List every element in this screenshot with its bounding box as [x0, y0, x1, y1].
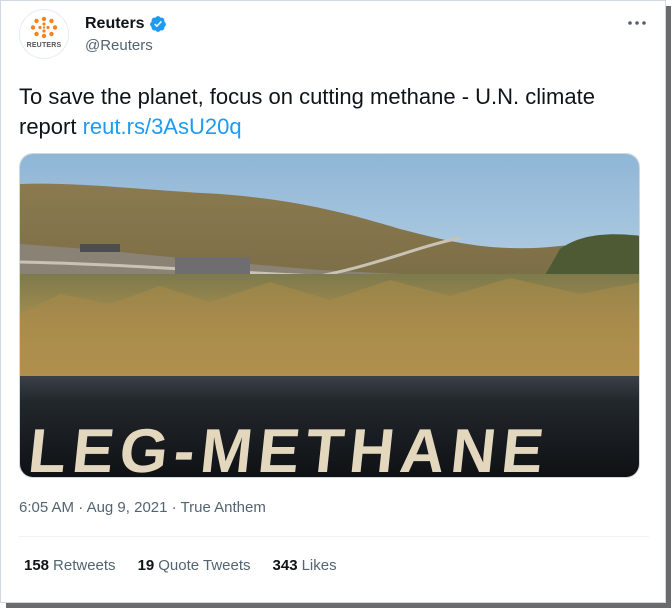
retweets-count: 158	[24, 557, 50, 574]
tweet-date[interactable]: Aug 9, 2021	[87, 499, 168, 516]
avatar-wordmark: REUTERS	[26, 42, 62, 49]
meta-separator: ·	[78, 499, 84, 516]
tweet-link[interactable]: reut.rs/3AsU20q	[83, 114, 242, 139]
name-row: Reuters	[85, 14, 167, 34]
tweet-stats: 158 Retweets 19 Quote Tweets 343 Likes	[24, 557, 337, 574]
tweet-header: REUTERS Reuters @Reuters	[19, 9, 649, 61]
author-names: Reuters @Reuters	[85, 14, 167, 54]
pipe-stencil-text: LEG-METHANE	[25, 417, 553, 478]
avatar[interactable]: REUTERS	[19, 9, 69, 59]
tweet-image[interactable]: LEG-METHANE	[19, 153, 640, 478]
more-options-icon[interactable]	[625, 15, 649, 31]
likes-count: 343	[272, 557, 298, 574]
frame-shadow	[666, 6, 671, 607]
retweets-stat[interactable]: 158 Retweets	[24, 557, 116, 574]
quote-tweets-stat[interactable]: 19 Quote Tweets	[138, 557, 251, 574]
tweet-meta: 6:05 AM · Aug 9, 2021 · True Anthem	[19, 499, 266, 516]
meta-separator: ·	[171, 499, 177, 516]
likes-label: Likes	[301, 557, 337, 574]
quote-tweets-label: Quote Tweets	[158, 557, 251, 574]
retweets-label: Retweets	[53, 557, 116, 574]
verified-badge-icon	[149, 16, 166, 32]
divider	[19, 536, 649, 537]
display-name[interactable]: Reuters	[85, 15, 145, 33]
likes-stat[interactable]: 343 Likes	[273, 557, 337, 574]
tweet-time[interactable]: 6:05 AM	[19, 499, 74, 516]
author-handle[interactable]: @Reuters	[85, 37, 167, 54]
tweet-source[interactable]: True Anthem	[181, 499, 266, 516]
frame-shadow	[6, 603, 671, 608]
pipeline-photo: LEG-METHANE	[20, 154, 639, 478]
tweet-card: REUTERS Reuters @Reuters To save the pla…	[0, 0, 666, 603]
quote-tweets-count: 19	[137, 557, 155, 574]
tweet-text: To save the planet, focus on cutting met…	[19, 82, 639, 142]
reuters-logo-icon	[30, 16, 58, 39]
